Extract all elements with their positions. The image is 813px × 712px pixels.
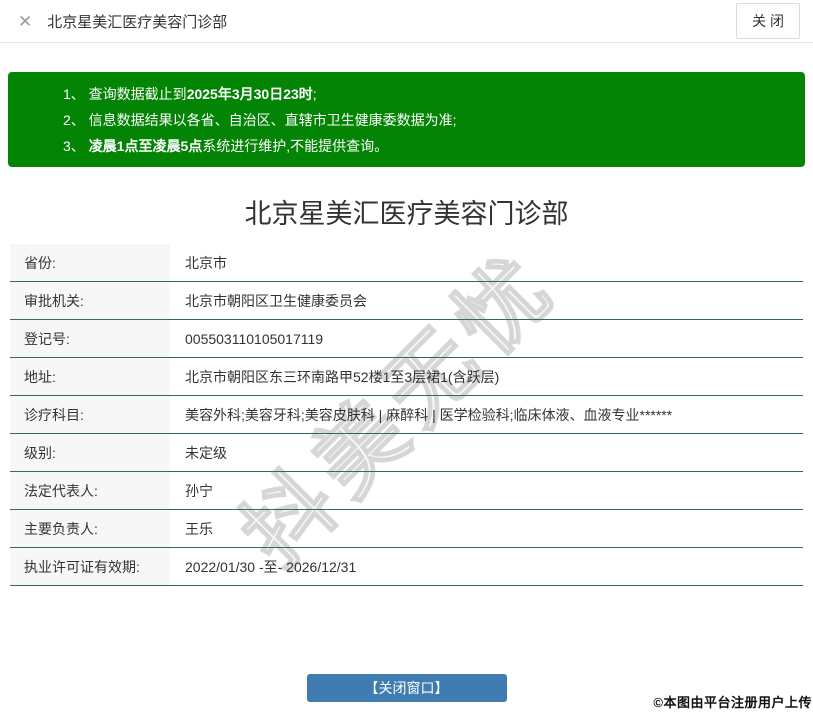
notice-line-3: 3、 凌晨1点至凌晨5点系统进行维护,不能提供查询。 xyxy=(63,133,785,159)
row-label: 诊疗科目: xyxy=(10,396,170,433)
row-label: 地址: xyxy=(10,358,170,395)
row-label: 登记号: xyxy=(10,320,170,357)
window-title: 北京星美汇医疗美容门诊部 xyxy=(47,11,227,32)
row-value: 孙宁 xyxy=(170,472,803,509)
table-row-address: 地址: 北京市朝阳区东三环南路甲52楼1至3层裙1(含跃层) xyxy=(10,358,803,396)
row-label: 级别: xyxy=(10,434,170,471)
copyright-notice: ©本图由平台注册用户上传 xyxy=(653,692,812,711)
row-value: 北京市朝阳区东三环南路甲52楼1至3层裙1(含跃层) xyxy=(170,358,803,395)
page-title: 北京星美汇医疗美容门诊部 xyxy=(0,192,813,231)
row-label: 法定代表人: xyxy=(10,472,170,509)
notice-line-2: 2、 信息数据结果以各省、自治区、直辖市卫生健康委数据为准; xyxy=(63,107,785,133)
info-table: 省份: 北京市 审批机关: 北京市朝阳区卫生健康委员会 登记号: 0055031… xyxy=(10,244,803,586)
row-value: 美容外科;美容牙科;美容皮肤科 | 麻醉科 | 医学检验科;临床体液、血液专业*… xyxy=(170,396,803,433)
row-label: 审批机关: xyxy=(10,282,170,319)
notice-line-3-text: 3、 xyxy=(63,138,89,154)
notice-line-2-text: 2、 信息数据结果以各省、自治区、直辖市卫生健康委数据为准; xyxy=(63,112,457,128)
notice-line-1-tail: ; xyxy=(313,86,317,102)
table-row-medical-subjects: 诊疗科目: 美容外科;美容牙科;美容皮肤科 | 麻醉科 | 医学检验科;临床体液… xyxy=(10,396,803,434)
row-label: 执业许可证有效期: xyxy=(10,548,170,585)
row-value: 未定级 xyxy=(170,434,803,471)
close-window-button[interactable]: 【关闭窗口】 xyxy=(307,674,507,702)
notice-line-1-text: 1、 查询数据截止到 xyxy=(63,86,187,102)
table-row-principal: 主要负责人: 王乐 xyxy=(10,510,803,548)
table-row-license-validity: 执业许可证有效期: 2022/01/30 -至- 2026/12/31 xyxy=(10,548,803,586)
close-icon[interactable]: ✕ xyxy=(18,13,32,30)
table-row-province: 省份: 北京市 xyxy=(10,244,803,282)
notice-line-3-tail: 系统进行维护,不能提供查询。 xyxy=(202,138,388,154)
row-value: 005503110105017119 xyxy=(170,320,803,357)
row-label: 省份: xyxy=(10,244,170,281)
notice-line-3-bold: 凌晨1点至凌晨5点 xyxy=(89,138,203,154)
row-label: 主要负责人: xyxy=(10,510,170,547)
notice-line-1: 1、 查询数据截止到2025年3月30日23时; xyxy=(63,81,785,107)
row-value: 王乐 xyxy=(170,510,803,547)
table-row-registration-number: 登记号: 005503110105017119 xyxy=(10,320,803,358)
table-row-level: 级别: 未定级 xyxy=(10,434,803,472)
close-button[interactable]: 关 闭 xyxy=(736,3,800,39)
table-row-legal-representative: 法定代表人: 孙宁 xyxy=(10,472,803,510)
table-row-approval-authority: 审批机关: 北京市朝阳区卫生健康委员会 xyxy=(10,282,803,320)
notice-line-1-bold: 2025年3月30日23时 xyxy=(187,86,313,102)
top-bar: ✕ 北京星美汇医疗美容门诊部 关 闭 xyxy=(0,0,813,43)
row-value: 北京市朝阳区卫生健康委员会 xyxy=(170,282,803,319)
row-value: 2022/01/30 -至- 2026/12/31 xyxy=(170,548,803,585)
row-value: 北京市 xyxy=(170,244,803,281)
notice-banner: 1、 查询数据截止到2025年3月30日23时; 2、 信息数据结果以各省、自治… xyxy=(8,72,805,167)
